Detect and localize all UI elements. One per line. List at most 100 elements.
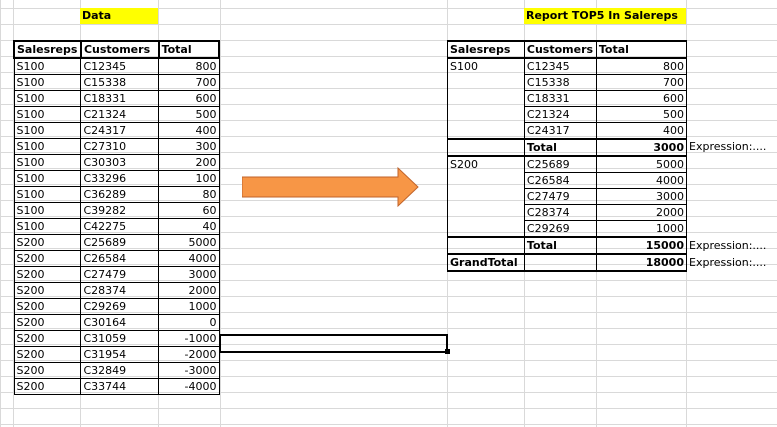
selected-cell[interactable] bbox=[219, 334, 448, 353]
customer-cell[interactable]: C28374 bbox=[523, 204, 597, 221]
salesrep-cell[interactable]: S200 bbox=[13, 298, 82, 315]
salesrep-cell[interactable] bbox=[447, 236, 525, 255]
total-cell[interactable]: 500 bbox=[595, 106, 688, 123]
total-cell[interactable]: 1000 bbox=[158, 298, 220, 315]
salesrep-cell[interactable]: S200 bbox=[13, 266, 82, 283]
total-cell[interactable]: 2000 bbox=[158, 282, 220, 299]
total-cell[interactable]: 800 bbox=[595, 58, 688, 75]
salesrep-cell[interactable]: S100 bbox=[13, 90, 82, 107]
total-cell[interactable]: 400 bbox=[595, 122, 688, 140]
header-cell[interactable]: Total bbox=[595, 40, 688, 59]
report-title-cell[interactable]: Report TOP5 In Salereps bbox=[524, 8, 686, 24]
customer-cell[interactable]: C21324 bbox=[523, 106, 597, 123]
salesrep-cell[interactable] bbox=[447, 122, 525, 139]
total-cell[interactable]: 300 bbox=[158, 138, 220, 155]
total-cell[interactable]: 5000 bbox=[595, 155, 688, 173]
total-cell[interactable]: -3000 bbox=[158, 362, 220, 379]
customer-cell[interactable]: C33296 bbox=[80, 170, 160, 187]
data-title-cell[interactable]: Data bbox=[80, 8, 158, 24]
customer-cell[interactable]: C26584 bbox=[80, 250, 160, 267]
total-cell[interactable]: 800 bbox=[158, 57, 220, 75]
total-cell[interactable]: 200 bbox=[158, 154, 220, 171]
customer-cell[interactable]: C24317 bbox=[523, 122, 597, 140]
header-cell[interactable]: Customers bbox=[79, 40, 160, 59]
customer-cell[interactable]: C31954 bbox=[80, 346, 160, 363]
customer-cell[interactable]: C18331 bbox=[523, 90, 597, 107]
total-cell[interactable]: 80 bbox=[158, 186, 220, 203]
total-cell[interactable]: 3000 bbox=[158, 266, 220, 283]
salesrep-cell[interactable] bbox=[447, 220, 525, 237]
total-cell[interactable]: 700 bbox=[158, 74, 220, 91]
salesrep-cell[interactable]: S200 bbox=[13, 282, 82, 299]
total-cell[interactable]: 100 bbox=[158, 170, 220, 187]
total-cell[interactable]: -1000 bbox=[158, 330, 220, 347]
total-cell[interactable]: 60 bbox=[158, 202, 220, 219]
total-cell[interactable]: 4000 bbox=[158, 250, 220, 267]
customer-cell[interactable]: C12345 bbox=[80, 57, 160, 75]
salesrep-cell[interactable]: S100 bbox=[13, 74, 82, 91]
salesrep-cell[interactable]: S100 bbox=[13, 170, 82, 187]
customer-cell[interactable]: C33744 bbox=[80, 378, 160, 395]
total-cell[interactable]: 600 bbox=[158, 90, 220, 107]
customer-cell[interactable]: C29269 bbox=[80, 298, 160, 315]
customer-cell[interactable]: C42275 bbox=[80, 218, 160, 235]
total-cell[interactable]: 4000 bbox=[595, 172, 688, 189]
salesrep-cell[interactable]: S200 bbox=[13, 330, 82, 347]
salesrep-cell[interactable] bbox=[447, 106, 525, 123]
salesrep-cell[interactable] bbox=[447, 138, 525, 157]
salesrep-cell[interactable]: S100 bbox=[13, 122, 82, 139]
subtotal-label-cell[interactable]: Total bbox=[523, 138, 597, 157]
customer-cell[interactable]: C27479 bbox=[80, 266, 160, 283]
total-cell[interactable]: 2000 bbox=[595, 204, 688, 221]
total-cell[interactable]: 600 bbox=[595, 90, 688, 107]
customer-cell[interactable]: C25689 bbox=[80, 234, 160, 251]
salesrep-cell[interactable]: S100 bbox=[13, 138, 82, 155]
subtotal-value-cell[interactable]: 3000 bbox=[595, 138, 688, 157]
grand-total-blank-cell[interactable] bbox=[523, 253, 597, 272]
customer-cell[interactable]: C30303 bbox=[80, 154, 160, 171]
salesrep-cell[interactable]: S200 bbox=[13, 314, 82, 331]
salesrep-cell[interactable]: S100 bbox=[13, 106, 82, 123]
total-cell[interactable]: 3000 bbox=[595, 188, 688, 205]
salesrep-cell[interactable]: S100 bbox=[447, 58, 525, 75]
salesrep-cell[interactable] bbox=[447, 172, 525, 189]
total-cell[interactable]: 400 bbox=[158, 122, 220, 139]
salesrep-cell[interactable]: S200 bbox=[13, 346, 82, 363]
customer-cell[interactable]: C27479 bbox=[523, 188, 597, 205]
salesrep-cell[interactable]: S100 bbox=[13, 186, 82, 203]
total-cell[interactable]: 40 bbox=[158, 218, 220, 235]
salesrep-cell[interactable]: S100 bbox=[13, 154, 82, 171]
salesrep-cell[interactable] bbox=[447, 74, 525, 91]
salesrep-cell[interactable] bbox=[447, 188, 525, 205]
total-cell[interactable]: -2000 bbox=[158, 346, 220, 363]
customer-cell[interactable]: C27310 bbox=[80, 138, 160, 155]
total-cell[interactable]: 700 bbox=[595, 74, 688, 91]
customer-cell[interactable]: C36289 bbox=[80, 186, 160, 203]
salesrep-cell[interactable]: S200 bbox=[13, 378, 82, 395]
grand-total-value-cell[interactable]: 18000 bbox=[595, 253, 688, 272]
customer-cell[interactable]: C25689 bbox=[523, 155, 597, 173]
customer-cell[interactable]: C39282 bbox=[80, 202, 160, 219]
salesrep-cell[interactable]: S200 bbox=[13, 362, 82, 379]
salesrep-cell[interactable]: S200 bbox=[13, 234, 82, 251]
header-cell[interactable]: Salesreps bbox=[13, 40, 82, 59]
customer-cell[interactable]: C26584 bbox=[523, 172, 597, 189]
header-cell[interactable]: Total bbox=[157, 40, 221, 59]
salesrep-cell[interactable]: S100 bbox=[13, 218, 82, 235]
customer-cell[interactable]: C15338 bbox=[80, 74, 160, 91]
subtotal-value-cell[interactable]: 15000 bbox=[595, 236, 688, 255]
total-cell[interactable]: 500 bbox=[158, 106, 220, 123]
fill-handle[interactable] bbox=[445, 349, 450, 354]
salesrep-cell[interactable]: S100 bbox=[13, 57, 82, 75]
header-cell[interactable]: Salesreps bbox=[447, 40, 525, 59]
total-cell[interactable]: 5000 bbox=[158, 234, 220, 251]
subtotal-label-cell[interactable]: Total bbox=[523, 236, 597, 255]
customer-cell[interactable]: C31059 bbox=[80, 330, 160, 347]
salesrep-cell[interactable]: S200 bbox=[447, 155, 525, 173]
total-cell[interactable]: 1000 bbox=[595, 220, 688, 238]
customer-cell[interactable]: C21324 bbox=[80, 106, 160, 123]
customer-cell[interactable]: C30164 bbox=[80, 314, 160, 331]
header-cell[interactable]: Customers bbox=[523, 40, 597, 59]
total-cell[interactable]: -4000 bbox=[158, 378, 220, 395]
customer-cell[interactable]: C24317 bbox=[80, 122, 160, 139]
